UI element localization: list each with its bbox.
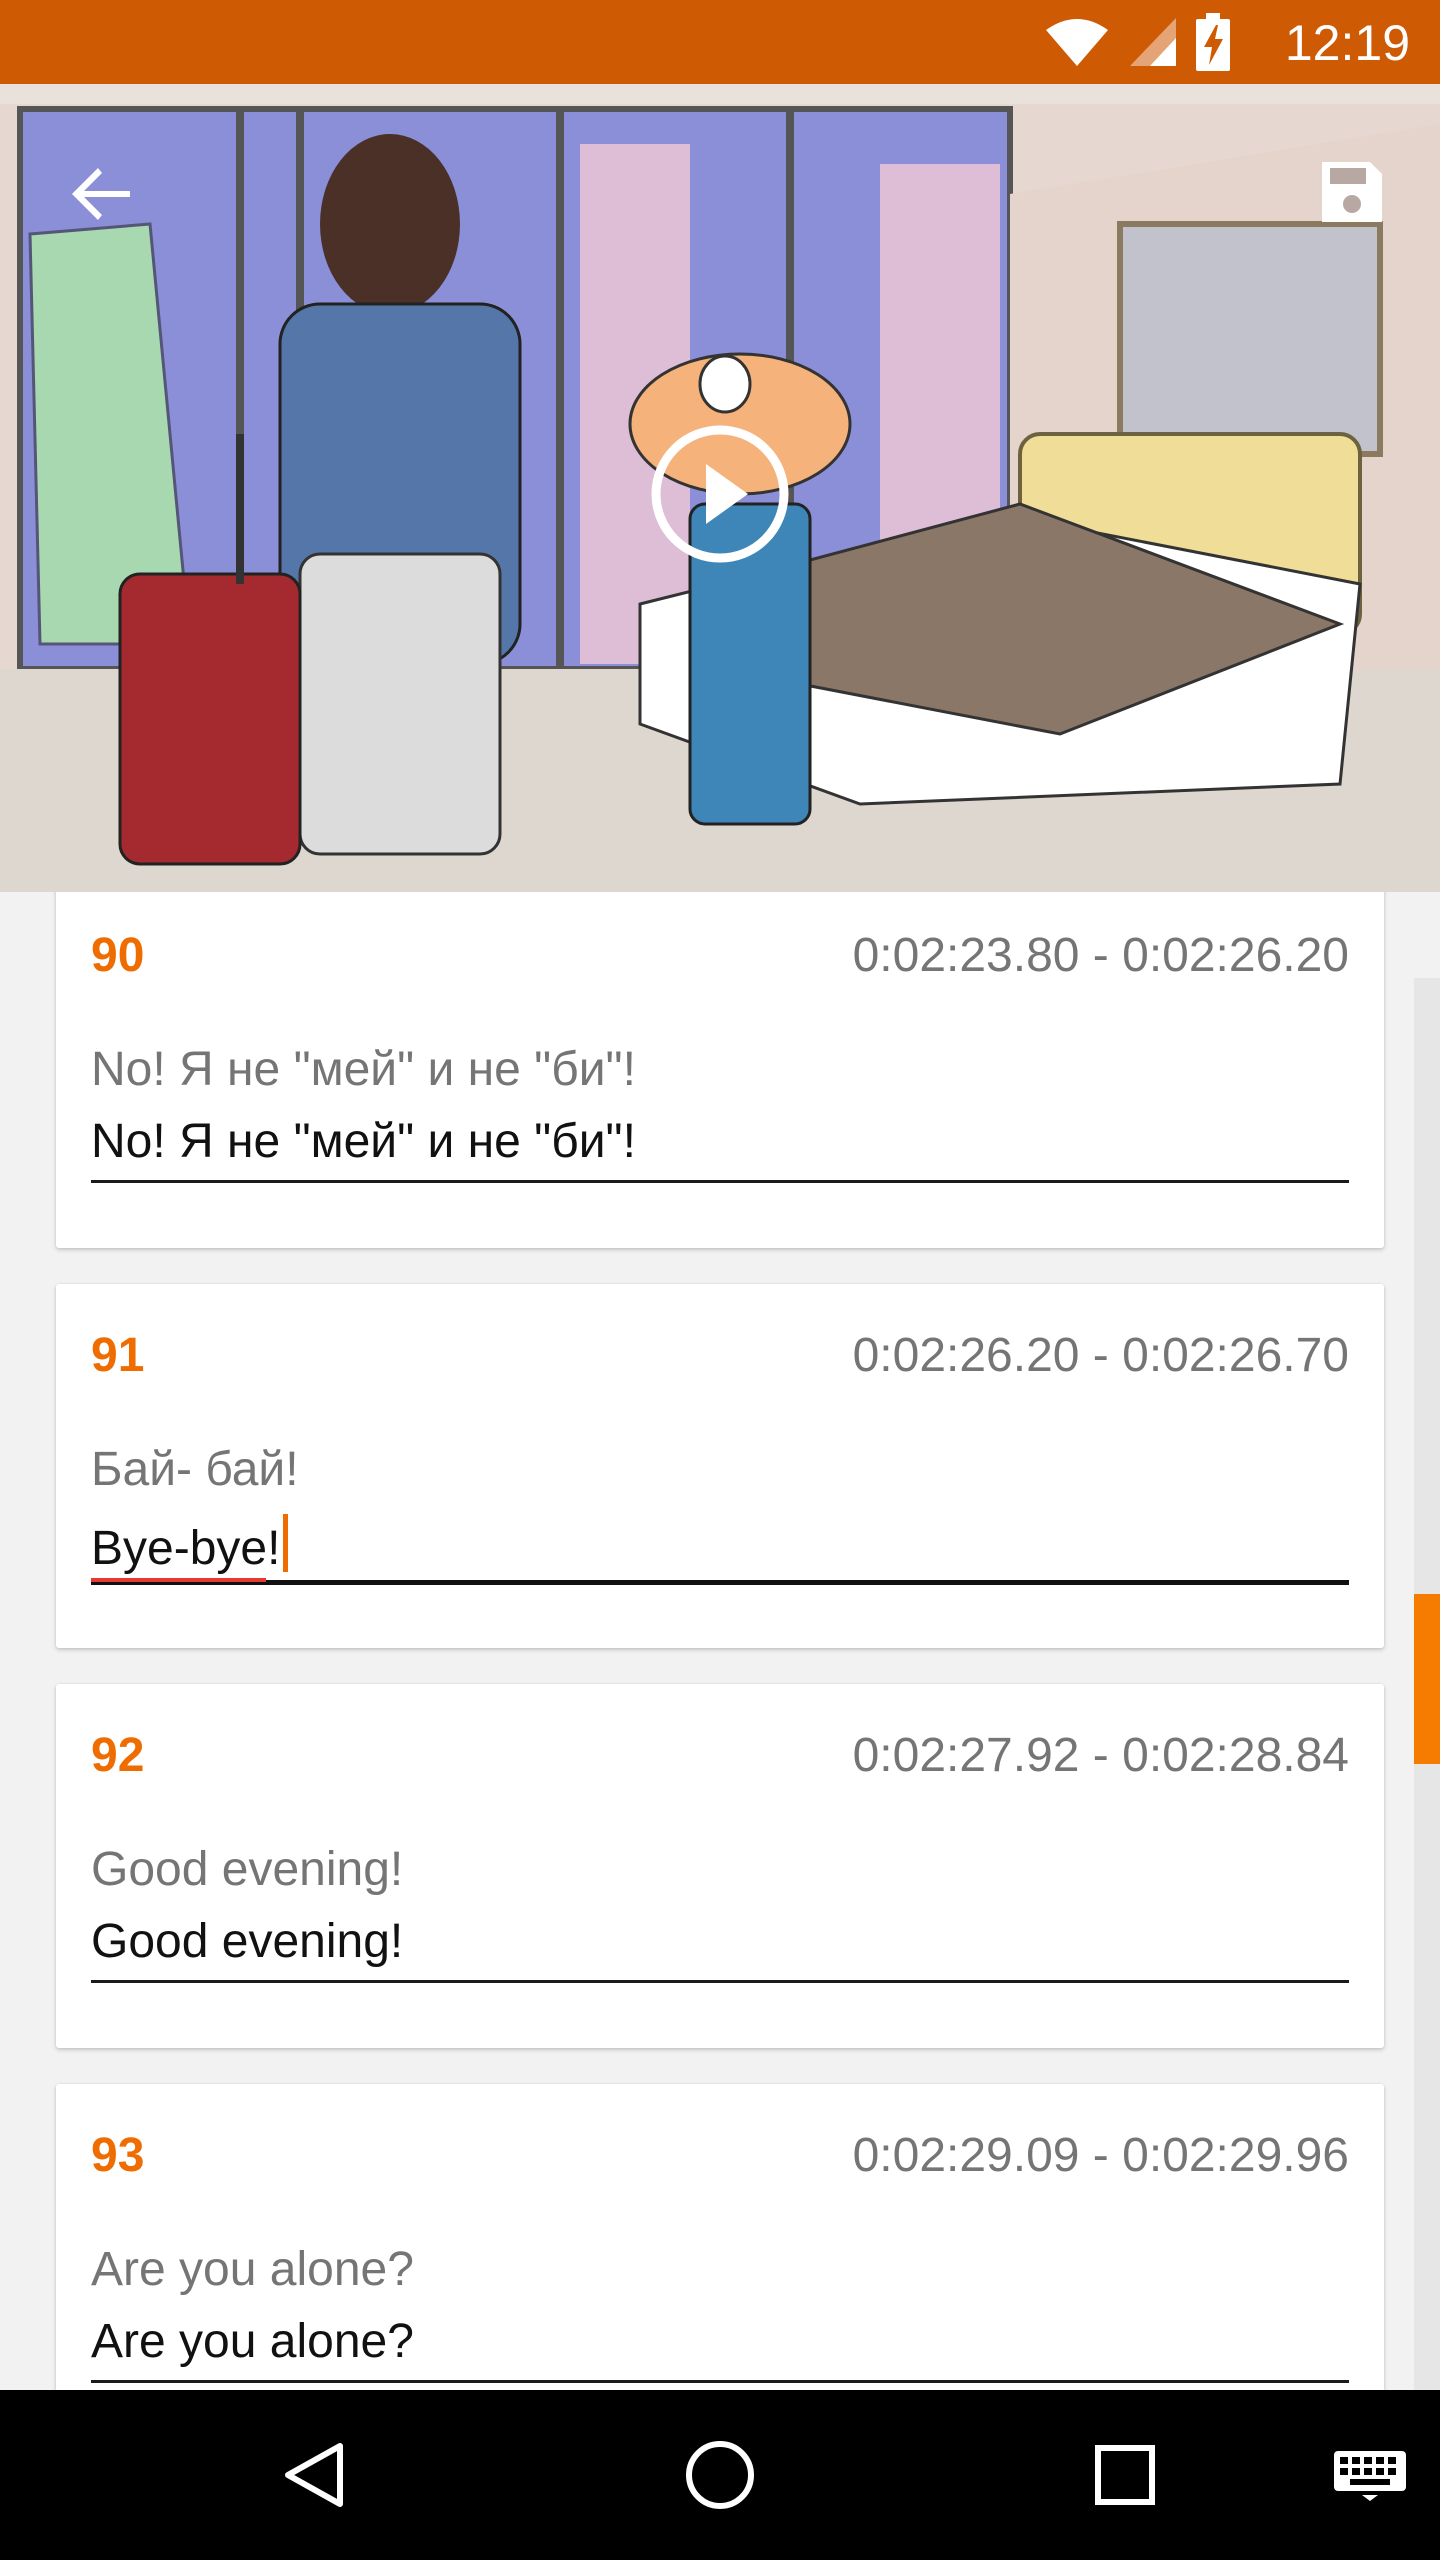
subtitle-original-text: Бай- бай! [91,1443,299,1496]
nav-home-button[interactable] [675,2430,765,2520]
subtitle-edit-field[interactable]: Good evening! [91,1914,1349,1983]
battery-charging-icon [1196,13,1230,71]
subtitle-card: 90 0:02:23.80 - 0:02:26.20 No! Я не "мей… [56,892,1384,1248]
text-cursor [283,1514,289,1572]
navigation-bar [0,2390,1440,2560]
subtitle-time-range: 0:02:29.09 - 0:02:29.96 [852,2129,1349,2182]
back-triangle-icon [285,2443,343,2507]
subtitle-time-range: 0:02:26.20 - 0:02:26.70 [852,1329,1349,1382]
subtitle-time-range: 0:02:27.92 - 0:02:28.84 [852,1729,1349,1782]
subtitle-card: 91 0:02:26.20 - 0:02:26.70 Бай- бай! Bye… [56,1284,1384,1648]
nav-keyboard-button[interactable] [1325,2430,1415,2520]
scrollbar-thumb[interactable] [1414,1594,1440,1764]
subtitle-edit-field[interactable]: Are you alone? [91,2314,1349,2383]
video-player[interactable] [0,84,1440,892]
back-button[interactable] [54,146,150,242]
save-button[interactable] [1304,144,1400,240]
subtitle-original-text: Good evening! [91,1843,404,1896]
spellcheck-underline [91,1578,266,1582]
subtitle-index: 90 [91,929,145,982]
subtitle-index: 91 [91,1329,145,1382]
subtitle-list[interactable]: 90 0:02:23.80 - 0:02:26.20 No! Я не "мей… [0,892,1440,2390]
recents-square-icon [1095,2445,1155,2505]
keyboard-icon [1334,2451,1406,2501]
play-icon[interactable] [650,424,790,564]
subtitle-time-range: 0:02:23.80 - 0:02:26.20 [852,929,1349,982]
home-circle-icon [686,2441,754,2509]
subtitle-index: 93 [91,2129,145,2182]
status-time: 12:19 [1284,15,1410,71]
nav-back-button[interactable] [270,2430,360,2520]
subtitle-card: 93 0:02:29.09 - 0:02:29.96 Are you alone… [56,2084,1384,2390]
nav-recents-button[interactable] [1080,2430,1170,2520]
back-arrow-icon [72,168,130,220]
status-bar: 12:19 [0,0,1440,84]
subtitle-original-text: Are you alone? [91,2243,414,2296]
subtitle-card: 92 0:02:27.92 - 0:02:28.84 Good evening!… [56,1684,1384,2048]
status-icons [1044,13,1230,71]
subtitle-edit-field[interactable]: No! Я не "мей" и не "би"! [91,1114,1349,1183]
subtitle-edit-field[interactable]: Bye-bye! [91,1514,1349,1585]
wifi-icon [1046,19,1108,66]
subtitle-original-text: No! Я не "мей" и не "би"! [91,1043,636,1096]
save-icon [1322,162,1382,222]
subtitle-index: 92 [91,1729,145,1782]
signal-icon [1130,18,1176,66]
